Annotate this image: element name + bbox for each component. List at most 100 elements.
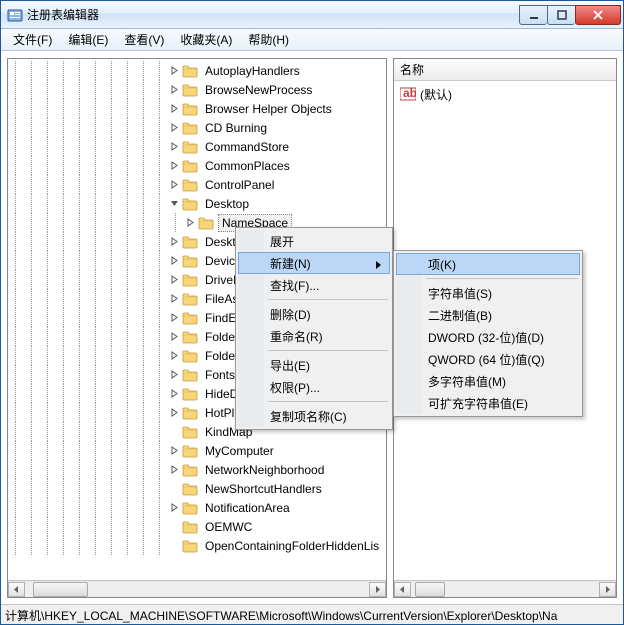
scroll-right-button[interactable] [599, 582, 616, 597]
sub-qword[interactable]: QWORD (64 位)值(Q) [396, 348, 580, 370]
ctx-delete[interactable]: 删除(D) [238, 303, 390, 325]
column-name[interactable]: 名称 [400, 61, 424, 78]
expand-icon[interactable] [168, 407, 180, 419]
expand-icon[interactable] [168, 103, 180, 115]
expand-icon[interactable] [168, 312, 180, 324]
list-item[interactable]: ab (默认) [400, 85, 610, 103]
expand-icon[interactable] [168, 540, 180, 552]
tree-item[interactable]: ControlPanel [8, 175, 386, 194]
tree-item[interactable]: CommandStore [8, 137, 386, 156]
close-button[interactable] [575, 5, 621, 25]
values-hscrollbar[interactable] [394, 580, 616, 597]
expand-icon[interactable] [168, 65, 180, 77]
folder-icon [182, 406, 198, 420]
context-menu[interactable]: 展开 新建(N) 查找(F)... 删除(D) 重命名(R) 导出(E) 权限(… [235, 227, 393, 430]
list-header[interactable]: 名称 [394, 59, 616, 81]
list-body[interactable]: ab (默认) [394, 81, 616, 107]
folder-icon [182, 444, 198, 458]
tree-item[interactable]: BrowseNewProcess [8, 80, 386, 99]
tree-item[interactable]: Browser Helper Objects [8, 99, 386, 118]
sub-dword[interactable]: DWORD (32-位)值(D) [396, 326, 580, 348]
tree-item[interactable]: NewShortcutHandlers [8, 479, 386, 498]
expand-icon[interactable] [168, 350, 180, 362]
tree-item[interactable]: OpenContainingFolderHiddenLis [8, 536, 386, 555]
expand-icon[interactable] [168, 464, 180, 476]
scroll-track[interactable] [411, 582, 599, 597]
tree-item[interactable]: NotificationArea [8, 498, 386, 517]
expand-icon[interactable] [168, 236, 180, 248]
minimize-button[interactable] [519, 5, 547, 25]
tree-item[interactable]: OEMWC [8, 517, 386, 536]
folder-icon [182, 539, 198, 553]
menubar: 文件(F) 编辑(E) 查看(V) 收藏夹(A) 帮助(H) [1, 29, 623, 51]
ctx-rename[interactable]: 重命名(R) [238, 325, 390, 347]
expand-icon[interactable] [168, 388, 180, 400]
expand-icon[interactable] [168, 293, 180, 305]
app-icon [7, 7, 23, 23]
scroll-left-button[interactable] [394, 582, 411, 597]
folder-icon [182, 330, 198, 344]
maximize-button[interactable] [547, 5, 575, 25]
ctx-new[interactable]: 新建(N) [238, 252, 390, 274]
folder-icon [182, 292, 198, 306]
tree-item-label: ControlPanel [202, 177, 277, 193]
sub-key[interactable]: 项(K) [396, 253, 580, 275]
tree-item[interactable]: Desktop [8, 194, 386, 213]
scroll-right-button[interactable] [369, 582, 386, 597]
expand-icon[interactable] [168, 255, 180, 267]
menu-favorites[interactable]: 收藏夹(A) [172, 29, 240, 50]
scroll-track[interactable] [25, 582, 369, 597]
scroll-thumb[interactable] [33, 582, 88, 597]
tree-item-label: OEMWC [202, 519, 255, 535]
list-item-label: (默认) [420, 86, 452, 103]
menu-file[interactable]: 文件(F) [5, 29, 60, 50]
tree-item[interactable]: AutoplayHandlers [8, 61, 386, 80]
tree-item-label: AutoplayHandlers [202, 63, 303, 79]
expand-icon[interactable] [168, 483, 180, 495]
sub-expand[interactable]: 可扩充字符串值(E) [396, 392, 580, 414]
ctx-expand[interactable]: 展开 [238, 230, 390, 252]
tree-item[interactable]: NetworkNeighborhood [8, 460, 386, 479]
tree-item-label: Desktop [202, 196, 252, 212]
expand-icon[interactable] [168, 122, 180, 134]
submenu-new[interactable]: 项(K) 字符串值(S) 二进制值(B) DWORD (32-位)值(D) QW… [393, 250, 583, 417]
submenu-arrow-icon [375, 259, 383, 273]
expand-icon[interactable] [168, 426, 180, 438]
scroll-thumb[interactable] [415, 582, 445, 597]
tree-hscrollbar[interactable] [8, 580, 386, 597]
folder-icon [182, 178, 198, 192]
menu-edit[interactable]: 编辑(E) [60, 29, 116, 50]
expand-icon[interactable] [184, 217, 196, 229]
tree-item-label: CD Burning [202, 120, 270, 136]
expand-icon[interactable] [168, 445, 180, 457]
expand-icon[interactable] [168, 160, 180, 172]
tree-item[interactable]: CD Burning [8, 118, 386, 137]
window-controls [519, 5, 621, 25]
folder-icon [182, 463, 198, 477]
expand-icon[interactable] [168, 84, 180, 96]
tree-item[interactable]: CommonPlaces [8, 156, 386, 175]
expand-icon[interactable] [168, 331, 180, 343]
titlebar[interactable]: 注册表编辑器 [1, 1, 623, 29]
separator [268, 350, 388, 351]
expand-icon[interactable] [168, 521, 180, 533]
expand-icon[interactable] [168, 369, 180, 381]
menu-help[interactable]: 帮助(H) [240, 29, 297, 50]
ctx-copy-key-name[interactable]: 复制项名称(C) [238, 405, 390, 427]
tree-item[interactable]: MyComputer [8, 441, 386, 460]
expand-icon[interactable] [168, 502, 180, 514]
expand-icon[interactable] [168, 179, 180, 191]
scroll-left-button[interactable] [8, 582, 25, 597]
menu-view[interactable]: 查看(V) [116, 29, 172, 50]
expand-icon[interactable] [168, 274, 180, 286]
ctx-find[interactable]: 查找(F)... [238, 274, 390, 296]
ctx-permissions[interactable]: 权限(P)... [238, 376, 390, 398]
sub-string[interactable]: 字符串值(S) [396, 282, 580, 304]
collapse-icon[interactable] [168, 198, 180, 210]
sub-multi[interactable]: 多字符串值(M) [396, 370, 580, 392]
folder-icon [182, 235, 198, 249]
expand-icon[interactable] [168, 141, 180, 153]
ctx-export[interactable]: 导出(E) [238, 354, 390, 376]
sub-binary[interactable]: 二进制值(B) [396, 304, 580, 326]
folder-icon [182, 121, 198, 135]
